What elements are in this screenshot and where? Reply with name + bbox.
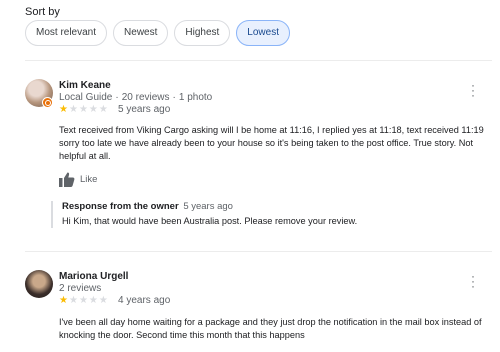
- separator: ·: [172, 92, 176, 103]
- review-text: Text received from Viking Cargo asking w…: [59, 125, 484, 161]
- star-empty-icon: ★: [98, 295, 109, 306]
- sort-chip-highest[interactable]: Highest: [174, 20, 231, 46]
- like-label: Like: [80, 174, 98, 185]
- owner-response-time: 5 years ago: [183, 201, 233, 212]
- owner-response-text: Hi Kim, that would have been Australia p…: [62, 216, 358, 226]
- star-filled-icon: ★: [59, 104, 69, 115]
- star-rating: ★★★★★: [59, 296, 109, 306]
- owner-response: Response from the owner 5 years ago Hi K…: [51, 201, 492, 228]
- star-empty-icon: ★: [98, 104, 109, 115]
- divider: [25, 60, 492, 61]
- star-empty-icon: ★: [68, 104, 79, 115]
- photo-count: 1 photo: [178, 92, 213, 103]
- reviewer-name[interactable]: Kim Keane: [59, 80, 111, 91]
- star-empty-icon: ★: [78, 104, 89, 115]
- star-filled-icon: ★: [59, 295, 69, 306]
- divider: [25, 251, 492, 252]
- avatar[interactable]: [25, 270, 53, 298]
- more-options-icon[interactable]: · · ·: [469, 270, 477, 292]
- review-time: 4 years ago: [118, 295, 171, 306]
- owner-response-title: Response from the owner: [62, 201, 179, 212]
- review-card: Mariona Urgell 2 reviews ★★★★★ 4 years a…: [25, 270, 492, 352]
- sort-chip-most-relevant[interactable]: Most relevant: [25, 20, 108, 46]
- star-empty-icon: ★: [88, 104, 99, 115]
- thumbs-up-icon: [59, 172, 75, 187]
- local-guide-badge-icon: [42, 97, 53, 108]
- reviewer-name[interactable]: Mariona Urgell: [59, 271, 128, 282]
- more-options-icon[interactable]: · · ·: [469, 79, 477, 101]
- sort-chip-newest[interactable]: Newest: [113, 20, 169, 46]
- sort-chips: Most relevant Newest Highest Lowest: [25, 20, 290, 46]
- reviewer-meta: Local Guide · 20 reviews · 1 photo: [59, 92, 212, 103]
- review-count: 20 reviews: [121, 92, 170, 103]
- review-text: I've been all day home waiting for a pac…: [59, 317, 482, 340]
- reviewer-meta: 2 reviews: [59, 283, 101, 294]
- star-empty-icon: ★: [78, 295, 89, 306]
- like-button[interactable]: Like: [59, 172, 97, 187]
- separator: ·: [115, 92, 119, 103]
- local-guide-label: Local Guide: [59, 92, 113, 103]
- star-empty-icon: ★: [88, 295, 99, 306]
- review-card: Kim Keane Local Guide · 20 reviews · 1 photo…: [25, 79, 492, 244]
- sort-label: Sort by: [25, 6, 60, 18]
- sort-chip-lowest[interactable]: Lowest: [236, 20, 290, 46]
- owner-response-header: Response from the owner 5 years ago: [62, 201, 492, 212]
- review-count: 2 reviews: [59, 283, 102, 294]
- star-empty-icon: ★: [68, 295, 79, 306]
- star-rating: ★★★★★: [59, 105, 109, 115]
- review-time: 5 years ago: [118, 104, 171, 115]
